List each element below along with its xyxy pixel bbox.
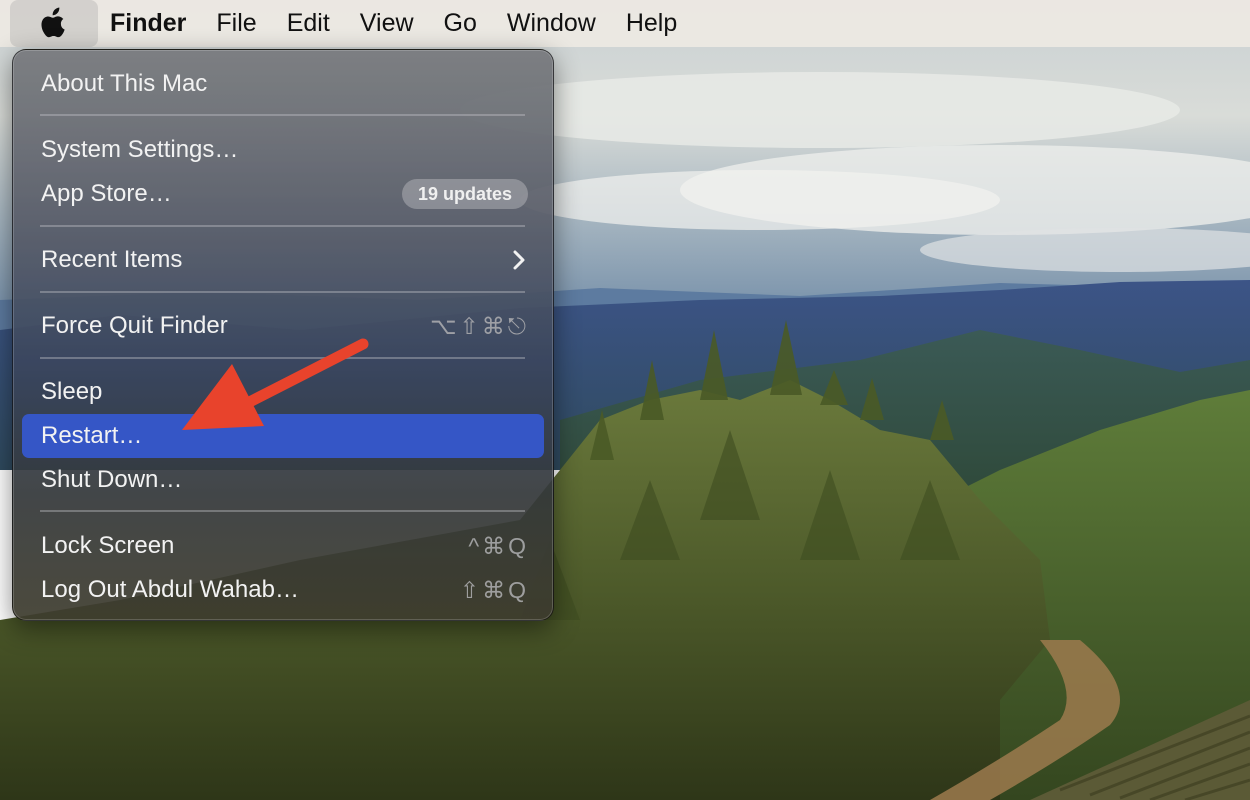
menubar-finder[interactable]: Finder [110, 9, 186, 38]
red-arrow-annotation-icon [182, 338, 369, 430]
menu-separator [40, 114, 525, 116]
menu-item-app-store[interactable]: App Store… 19 updates [22, 172, 544, 216]
q-key: Q [508, 532, 526, 559]
menubar-help[interactable]: Help [626, 9, 677, 38]
menu-item-label: About This Mac [41, 70, 208, 97]
menu-item-system-settings[interactable]: System Settings… [22, 128, 544, 172]
menubar-view[interactable]: View [360, 9, 414, 38]
escape-key-icon: ⎋ [507, 312, 526, 339]
menu-separator [40, 510, 525, 512]
command-key-icon: ⌘ [481, 312, 505, 339]
apple-logo-icon [41, 7, 65, 38]
menubar-go[interactable]: Go [444, 9, 477, 38]
menu-bar: Finder File Edit View Go Window Help [0, 0, 1250, 47]
menu-item-label: Recent Items [41, 246, 183, 273]
lock-screen-shortcut: ^ ⌘ Q [468, 532, 526, 559]
log-out-shortcut: ⇧ ⌘ Q [459, 576, 526, 603]
command-key-icon: ⌘ [482, 576, 506, 603]
menubar-window[interactable]: Window [507, 9, 596, 38]
option-key-icon: ⌥ [430, 312, 457, 339]
menu-item-label: Log Out Abdul Wahab… [41, 576, 299, 603]
menu-item-label: Restart… [41, 422, 143, 449]
updates-badge: 19 updates [401, 179, 528, 209]
menu-item-label: App Store… [41, 180, 172, 207]
menu-item-label: Lock Screen [41, 532, 175, 559]
menu-item-recent-items[interactable]: Recent Items [22, 238, 544, 282]
menu-separator [40, 225, 525, 227]
apple-menu-button[interactable] [10, 0, 98, 47]
menu-separator [40, 291, 525, 293]
shift-key-icon: ⇧ [459, 576, 480, 603]
menu-item-label: Sleep [41, 378, 103, 405]
menu-item-label: System Settings… [41, 136, 239, 163]
q-key: Q [508, 576, 526, 603]
menu-item-lock-screen[interactable]: Lock Screen ^ ⌘ Q [22, 524, 544, 568]
chevron-right-icon [513, 250, 525, 270]
command-key-icon: ⌘ [482, 532, 506, 559]
menu-item-about-this-mac[interactable]: About This Mac [22, 62, 544, 106]
menubar-file[interactable]: File [216, 9, 256, 38]
menu-item-label: Shut Down… [41, 466, 183, 493]
menu-item-log-out[interactable]: Log Out Abdul Wahab… ⇧ ⌘ Q [22, 568, 544, 612]
menu-item-shut-down[interactable]: Shut Down… [22, 458, 544, 502]
shift-key-icon: ⇧ [459, 312, 479, 339]
menubar-edit[interactable]: Edit [287, 9, 330, 38]
control-key-icon: ^ [468, 532, 480, 559]
force-quit-shortcut: ⌥ ⇧ ⌘ ⎋ [430, 312, 526, 339]
